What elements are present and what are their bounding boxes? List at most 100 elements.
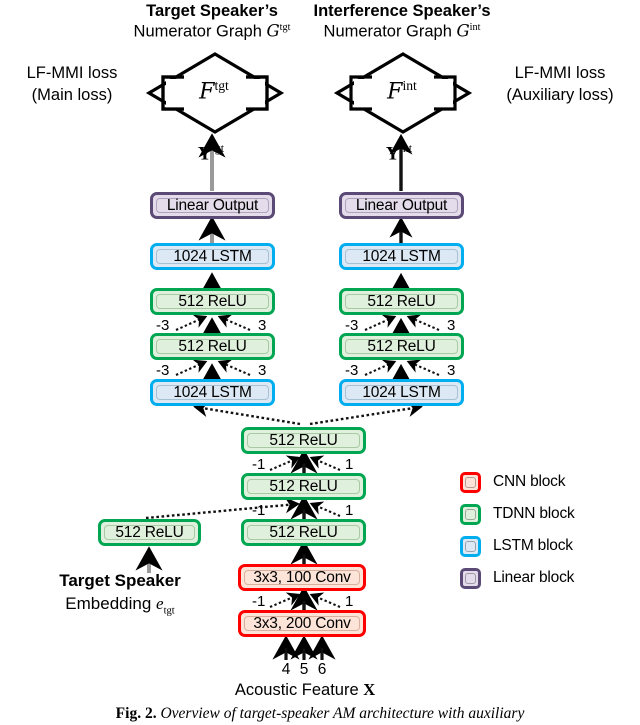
- trunk-block-relu-1[interactable]: 512 ReLU: [241, 427, 366, 454]
- interference-numerator-graph-text: Numerator Graph: [323, 22, 457, 41]
- figure-canvas: Target Speaker’s Numerator Graph Gtgt In…: [0, 0, 640, 725]
- trunk-ctx-pos1-a: 1: [345, 456, 354, 473]
- interference-output-Y: Y: [385, 143, 400, 165]
- input-offset-label-6: 6: [317, 661, 327, 678]
- wire-right-ctx-neg3-b: [364, 359, 397, 376]
- target-output-superscript: tgt: [211, 142, 225, 155]
- trunk-block-relu-1-label: 512 ReLU: [269, 431, 338, 449]
- legend-label-linear: Linear block: [493, 569, 575, 586]
- right-block-relu-lower[interactable]: 512 ReLU: [339, 333, 464, 360]
- wire-trunk-to-left-lstm: [193, 400, 301, 426]
- target-numerator-graph-label: Numerator Graph Gtgt: [134, 22, 291, 41]
- right-block-relu-lower-label: 512 ReLU: [367, 337, 436, 355]
- right-block-lstm-bottom-label: 1024 LSTM: [362, 383, 441, 401]
- legend-label-tdnn: TDNN block: [493, 505, 575, 522]
- wire-left-ctx-neg3-a: [175, 314, 208, 331]
- legend-swatch-lstm-icon: [460, 535, 481, 557]
- right-block-relu-upper[interactable]: 512 ReLU: [339, 288, 464, 315]
- wire-trunk-ctx-neg1-c: [269, 592, 301, 608]
- left-ctx-pos3-lower: 3: [258, 362, 267, 379]
- wire-left-ctx-neg3-b: [175, 359, 208, 376]
- legend: CNN block TDNN block LSTM block Linear b…: [460, 466, 575, 594]
- figure-caption-label: Fig. 2.: [115, 705, 157, 722]
- target-output-symbol: Ytgt: [198, 142, 224, 165]
- wire-left-ctx-pos3-b: [217, 359, 251, 376]
- interference-numerator-graph-label: Numerator Graph Gint: [324, 22, 481, 41]
- left-block-relu-lower-label: 512 ReLU: [178, 337, 247, 355]
- auxiliary-loss-label-line1: LF-MMI loss: [514, 64, 606, 82]
- left-block-lstm-bottom[interactable]: 1024 LSTM: [150, 379, 275, 406]
- trunk-block-relu-2[interactable]: 512 ReLU: [241, 473, 366, 500]
- right-ctx-pos3-lower: 3: [447, 362, 456, 379]
- legend-item-lstm: LSTM block: [460, 530, 575, 562]
- wire-trunk-ctx-pos1-c: [309, 592, 341, 608]
- acoustic-feature-symbol: X: [363, 680, 376, 699]
- wire-embedding-to-trunk: [145, 496, 300, 520]
- target-graph-symbol: G: [266, 21, 280, 41]
- interference-lattice-superscript: int: [402, 78, 417, 93]
- target-speaker-heading-line1: Target Speaker’s: [146, 2, 278, 20]
- wire-trunk-to-right-lstm: [309, 400, 423, 426]
- embedding-subscript: tgt: [163, 605, 175, 617]
- embedding-block-relu-label: 512 ReLU: [115, 523, 184, 541]
- figure-caption: Fig. 2. Overview of target-speaker AM ar…: [0, 705, 640, 723]
- right-block-linear-output-label: Linear Output: [355, 196, 448, 214]
- trunk-block-relu-2-label: 512 ReLU: [269, 477, 338, 495]
- legend-swatch-cnn-icon: [460, 471, 481, 493]
- target-speaker-embedding-line2: Embedding etgt: [65, 594, 174, 617]
- input-offset-label-5: 5: [299, 661, 309, 678]
- interference-lattice-symbol: Fint: [387, 78, 417, 105]
- interference-graph-symbol: G: [456, 21, 470, 41]
- target-lattice-superscript: tgt: [214, 78, 229, 93]
- right-ctx-neg3-lower: -3: [345, 362, 359, 379]
- trunk-block-relu-3[interactable]: 512 ReLU: [241, 519, 366, 546]
- wire-trunk-ctx-pos1-b: [309, 501, 341, 517]
- target-lattice-F: F: [199, 79, 215, 105]
- acoustic-feature-label: Acoustic Feature X: [234, 680, 376, 699]
- right-block-lstm-bottom[interactable]: 1024 LSTM: [339, 379, 464, 406]
- target-speaker-embedding-line1: Target Speaker: [59, 571, 181, 590]
- auxiliary-loss-label-line2: (Auxiliary loss): [506, 86, 614, 104]
- legend-swatch-tdnn-icon: [460, 503, 481, 525]
- left-block-lstm-top[interactable]: 1024 LSTM: [150, 243, 275, 270]
- acoustic-feature-text: Acoustic Feature: [234, 681, 364, 699]
- trunk-ctx-pos1-b: 1: [345, 502, 354, 519]
- main-loss-label-line2: (Main loss): [31, 86, 113, 104]
- embedding-prefix: Embedding: [65, 594, 157, 613]
- trunk-ctx-neg1-c: -1: [252, 593, 266, 610]
- legend-label-lstm: LSTM block: [493, 537, 573, 554]
- trunk-block-conv-100[interactable]: 3x3, 100 Conv: [238, 564, 366, 591]
- interference-lattice-F: F: [387, 79, 403, 105]
- target-lattice-symbol: Ftgt: [199, 78, 229, 105]
- interference-graph-superscript: int: [469, 22, 481, 33]
- left-block-relu-upper[interactable]: 512 ReLU: [150, 288, 275, 315]
- trunk-ctx-neg1-b: -1: [252, 502, 266, 519]
- target-output-Y: Y: [197, 143, 212, 165]
- trunk-ctx-neg1-a: -1: [252, 456, 266, 473]
- right-block-linear-output[interactable]: Linear Output: [339, 192, 464, 219]
- interference-speaker-heading-line1: Interference Speaker’s: [313, 2, 491, 20]
- input-offset-label-4: 4: [281, 661, 291, 678]
- trunk-block-relu-3-label: 512 ReLU: [269, 523, 338, 541]
- right-block-lstm-top[interactable]: 1024 LSTM: [339, 243, 464, 270]
- left-block-relu-lower[interactable]: 512 ReLU: [150, 333, 275, 360]
- right-block-relu-upper-label: 512 ReLU: [367, 292, 436, 310]
- wire-left-ctx-pos3-a: [217, 314, 251, 331]
- legend-item-tdnn: TDNN block: [460, 498, 575, 530]
- wire-right-ctx-pos3-b: [406, 359, 440, 376]
- main-loss-label-line1: LF-MMI loss: [26, 64, 118, 82]
- legend-item-cnn: CNN block: [460, 466, 575, 498]
- right-block-lstm-top-label: 1024 LSTM: [362, 247, 441, 265]
- wire-right-ctx-neg3-a: [364, 314, 397, 331]
- trunk-block-conv-200-label: 3x3, 200 Conv: [253, 614, 351, 632]
- trunk-block-conv-100-label: 3x3, 100 Conv: [253, 568, 351, 586]
- wire-trunk-ctx-pos1-a: [309, 455, 341, 471]
- left-block-linear-output[interactable]: Linear Output: [150, 192, 275, 219]
- left-block-relu-upper-label: 512 ReLU: [178, 292, 247, 310]
- legend-swatch-linear-icon: [460, 567, 481, 589]
- embedding-block-relu[interactable]: 512 ReLU: [98, 519, 201, 546]
- trunk-block-conv-200[interactable]: 3x3, 200 Conv: [238, 610, 366, 637]
- wire-right-ctx-pos3-a: [406, 314, 440, 331]
- interference-output-superscript: int: [399, 142, 413, 155]
- target-graph-superscript: tgt: [279, 22, 291, 33]
